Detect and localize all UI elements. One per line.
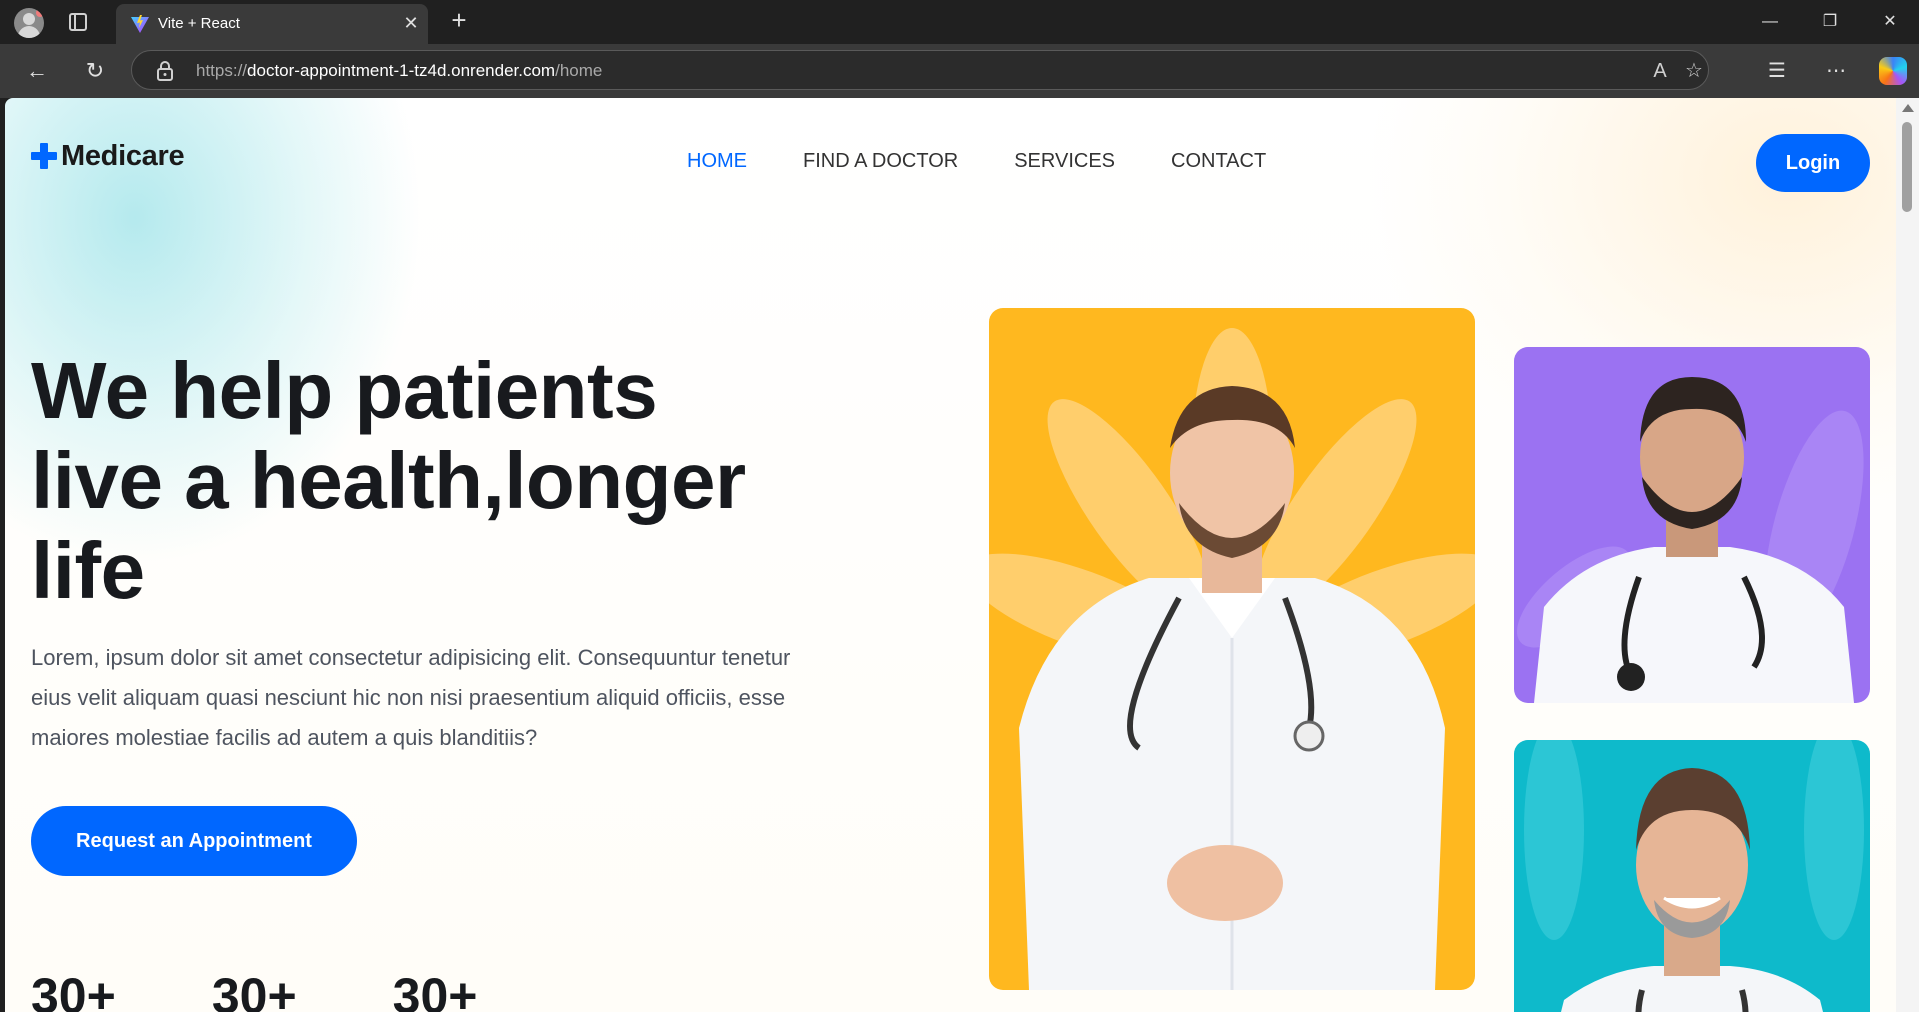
url-scheme: https://: [196, 61, 248, 80]
profile-icon[interactable]: [14, 8, 44, 38]
scroll-thumb[interactable]: [1902, 122, 1912, 212]
hero-doctor-image-main: [989, 308, 1475, 990]
restore-icon[interactable]: ❐: [1810, 8, 1850, 36]
more-icon[interactable]: ⋯: [1821, 56, 1851, 86]
back-icon[interactable]: ←: [22, 56, 52, 86]
hero-doctor-image-3: [1514, 740, 1870, 1012]
reload-icon[interactable]: ↻: [80, 56, 110, 86]
nav-services[interactable]: SERVICES: [1014, 150, 1115, 173]
favorite-icon[interactable]: ☆: [1682, 59, 1706, 83]
url-path: /home: [555, 61, 603, 80]
main-nav: HOME FIND A DOCTOR SERVICES CONTACT: [687, 150, 1322, 173]
stats-row: 30+ 30+ 30+: [31, 966, 573, 1012]
medical-cross-icon: [31, 143, 57, 169]
tabs-icon[interactable]: [69, 13, 87, 31]
page-viewport: Medicare HOME FIND A DOCTOR SERVICES CON…: [5, 98, 1896, 1012]
request-appointment-button[interactable]: Request an Appointment: [31, 806, 357, 876]
hero-title-line: We help patients: [31, 346, 658, 435]
lock-icon[interactable]: [156, 61, 174, 81]
stat-number: 30+: [211, 968, 297, 1012]
url-host: doctor-appointment-1-tz4d.onrender.com: [247, 61, 556, 80]
address-bar: ← ↻ https://doctor-appointment-1-tz4d.on…: [0, 44, 1919, 98]
page-scrollbar[interactable]: [1896, 98, 1919, 1012]
hero-title-line: live a health,longer: [31, 436, 746, 525]
nav-home[interactable]: HOME: [687, 150, 747, 173]
login-button[interactable]: Login: [1756, 134, 1870, 192]
hero-title-line: life: [31, 526, 145, 615]
stat-number: 30+: [31, 968, 116, 1012]
hero-description: Lorem, ipsum dolor sit amet consectetur …: [31, 645, 791, 750]
close-icon[interactable]: ✕: [400, 12, 422, 34]
stat-number: 30+: [392, 968, 478, 1012]
new-tab-icon[interactable]: +: [446, 7, 472, 34]
tab-title: Vite + React: [158, 15, 240, 32]
nav-find-a-doctor[interactable]: FIND A DOCTOR: [803, 150, 958, 173]
read-aloud-icon[interactable]: A: [1648, 59, 1672, 83]
url-field[interactable]: https://doctor-appointment-1-tz4d.onrend…: [131, 50, 1709, 90]
minimize-icon[interactable]: —: [1750, 8, 1790, 36]
vite-favicon-icon: [131, 15, 149, 33]
hero-doctor-image-2: [1514, 347, 1870, 703]
browser-tab-bar: Vite + React ✕ + — ❐ ✕: [0, 0, 1919, 44]
scroll-up-icon[interactable]: [1902, 104, 1914, 112]
browser-tab[interactable]: Vite + React ✕: [116, 4, 428, 44]
url-text: https://doctor-appointment-1-tz4d.onrend…: [196, 61, 602, 81]
logo-text: Medicare: [61, 139, 185, 172]
hero-title: We help patients live a health,longer li…: [31, 346, 791, 616]
nav-contact[interactable]: CONTACT: [1171, 150, 1266, 173]
window-close-icon[interactable]: ✕: [1870, 8, 1910, 36]
copilot-icon[interactable]: [1879, 57, 1907, 85]
logo[interactable]: Medicare: [31, 136, 185, 176]
favorites-icon[interactable]: ☰: [1762, 56, 1792, 86]
